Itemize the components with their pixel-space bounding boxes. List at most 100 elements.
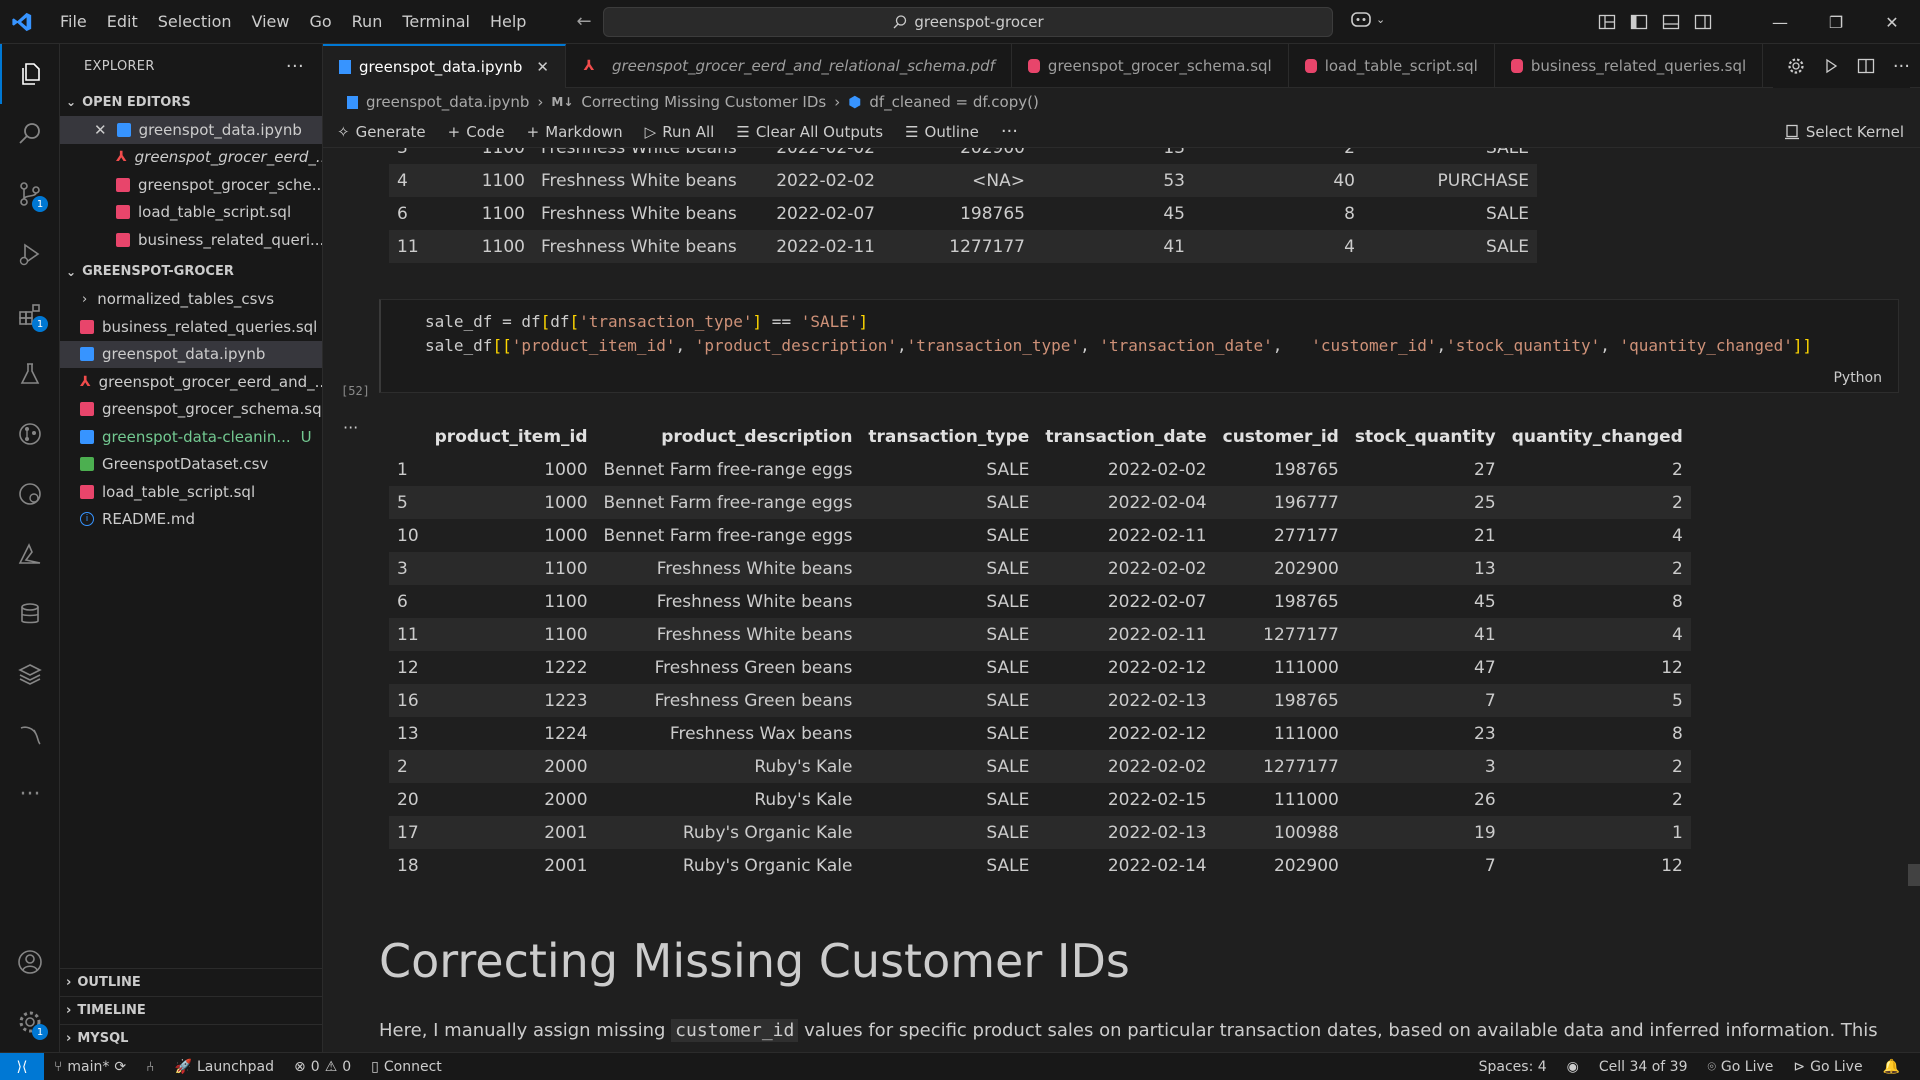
cell-language-label[interactable]: Python bbox=[1833, 370, 1882, 386]
gear-icon[interactable] bbox=[1787, 57, 1805, 75]
branch-status[interactable]: ⑂ main* ⟳ bbox=[44, 1059, 136, 1075]
tab-schema-sql[interactable]: greenspot_grocer_schema.sql bbox=[1012, 44, 1289, 88]
output-more-icon[interactable]: ··· bbox=[343, 418, 358, 437]
table-row: 16 1223 Freshness Green beans SALE 2022-02-1… bbox=[389, 684, 1691, 717]
clear-outputs-button[interactable]: ☰ Clear All Outputs bbox=[736, 123, 883, 141]
testing-flask-icon[interactable] bbox=[0, 344, 60, 404]
open-editor-item[interactable]: ⅄ greenspot_grocer_eerd_... bbox=[60, 144, 322, 172]
remote-indicator-icon[interactable]: ⟩⟨ bbox=[0, 1052, 44, 1080]
file-item[interactable]: i README.md bbox=[60, 506, 322, 534]
database-icon[interactable] bbox=[0, 584, 60, 644]
file-item[interactable]: greenspot-data-cleanin... U bbox=[60, 423, 322, 451]
table-cell: 1277177 bbox=[1214, 750, 1347, 783]
copilot-menu[interactable]: ⌄ bbox=[1350, 10, 1385, 28]
file-item[interactable]: business_related_queries.sql bbox=[60, 313, 322, 341]
close-icon[interactable]: ✕ bbox=[94, 121, 107, 139]
code-cell[interactable]: sale_df = df[df['transaction_type'] == '… bbox=[379, 299, 1899, 393]
file-item[interactable]: greenspot_grocer_schema.sql bbox=[60, 396, 322, 424]
accounts-icon[interactable] bbox=[0, 932, 60, 992]
folder-item[interactable]: › normalized_tables_csvs bbox=[60, 286, 322, 314]
breadcrumb-section[interactable]: Correcting Missing Customer IDs bbox=[581, 93, 826, 111]
search-icon[interactable] bbox=[0, 104, 60, 164]
add-code-button[interactable]: + Code bbox=[448, 123, 505, 141]
menu-item-edit[interactable]: Edit bbox=[97, 0, 148, 44]
connect-status[interactable]: ▯ Connect bbox=[361, 1059, 452, 1075]
table-cell: SALE bbox=[860, 750, 1038, 783]
file-item[interactable]: greenspot_data.ipynb bbox=[60, 340, 322, 368]
back-arrow-icon[interactable]: ← bbox=[576, 11, 591, 32]
toggle-primary-sidebar-icon[interactable] bbox=[1630, 13, 1648, 31]
cell-position-status[interactable]: Cell 34 of 39 bbox=[1589, 1059, 1698, 1075]
layers-icon[interactable] bbox=[0, 644, 60, 704]
tab-eerd-pdf[interactable]: ⅄ greenspot_grocer_eerd_and_relational_s… bbox=[566, 44, 1012, 88]
open-editor-item[interactable]: business_related_queri... bbox=[60, 226, 322, 254]
menu-item-file[interactable]: File bbox=[50, 0, 97, 44]
folder-section[interactable]: ⌄ GREENSPOT-GROCER bbox=[60, 258, 322, 286]
azure-icon[interactable] bbox=[0, 524, 60, 584]
spaces-status[interactable]: Spaces: 4 bbox=[1469, 1059, 1557, 1075]
select-kernel-button[interactable]: Select Kernel bbox=[1784, 116, 1904, 148]
add-markdown-button[interactable]: + Markdown bbox=[527, 123, 623, 141]
menu-item-go[interactable]: Go bbox=[299, 0, 341, 44]
go-live-status[interactable]: ⌾ Go Live bbox=[1698, 1059, 1784, 1075]
more-actions-icon[interactable]: ··· bbox=[1893, 56, 1910, 77]
toggle-panel-icon[interactable] bbox=[1662, 13, 1680, 31]
status-bar: ⟩⟨ ⑂ main* ⟳ ⑃ 🚀 Launchpad ⊗ 0 ⚠ 0 ▯ Connect Sp… bbox=[0, 1052, 1920, 1080]
restore-button[interactable]: ❐ bbox=[1808, 0, 1864, 44]
mysql-dolphin-icon[interactable] bbox=[0, 704, 60, 764]
outline-section[interactable]: › OUTLINE bbox=[60, 968, 323, 996]
file-item[interactable]: load_table_script.sql bbox=[60, 478, 322, 506]
open-editor-item[interactable]: greenspot_grocer_sche... bbox=[60, 171, 322, 199]
mysql-section[interactable]: › MYSQL bbox=[60, 1024, 323, 1052]
explorer-icon[interactable] bbox=[0, 44, 60, 104]
open-editor-item[interactable]: ✕ greenspot_data.ipynb bbox=[60, 116, 322, 144]
close-icon[interactable]: ✕ bbox=[536, 58, 549, 76]
run-all-button[interactable]: ▷ Run All bbox=[645, 123, 715, 141]
source-control-icon[interactable]: 1 bbox=[0, 164, 60, 224]
menu-item-run[interactable]: Run bbox=[342, 0, 393, 44]
timeline-section[interactable]: › TIMELINE bbox=[60, 996, 323, 1024]
toggle-secondary-sidebar-icon[interactable] bbox=[1694, 13, 1712, 31]
manage-gear-icon[interactable]: 1 bbox=[0, 992, 60, 1052]
minimize-button[interactable]: — bbox=[1752, 0, 1808, 44]
command-center-search[interactable]: greenspot-grocer bbox=[603, 7, 1333, 37]
menu-item-terminal[interactable]: Terminal bbox=[392, 0, 480, 44]
menu-item-help[interactable]: Help bbox=[480, 0, 536, 44]
outline-button[interactable]: ☰ Outline bbox=[905, 123, 979, 141]
file-item[interactable]: GreenspotDataset.csv bbox=[60, 451, 322, 479]
more-actions-icon[interactable]: ··· bbox=[286, 56, 304, 77]
more-views-icon[interactable]: ··· bbox=[0, 764, 60, 824]
extensions-icon[interactable]: 1 bbox=[0, 284, 60, 344]
breadcrumb-file[interactable]: greenspot_data.ipynb bbox=[366, 93, 529, 111]
run-debug-icon[interactable] bbox=[0, 224, 60, 284]
tab-load-table-sql[interactable]: load_table_script.sql bbox=[1289, 44, 1495, 88]
table-cell: 198765 bbox=[1214, 684, 1347, 717]
table-cell: 11 bbox=[389, 618, 427, 651]
extensions-badge: 1 bbox=[32, 316, 48, 332]
problems-status[interactable]: ⊗ 0 ⚠ 0 bbox=[284, 1059, 361, 1075]
breadcrumb-symbol[interactable]: df_cleaned = df.copy() bbox=[869, 93, 1039, 111]
remote-explorer-icon[interactable] bbox=[0, 464, 60, 524]
customize-layout-icon[interactable] bbox=[1598, 13, 1616, 31]
column-header bbox=[389, 420, 427, 453]
tab-business-queries-sql[interactable]: business_related_queries.sql bbox=[1495, 44, 1764, 88]
git-graph-icon[interactable] bbox=[0, 404, 60, 464]
more-actions-icon[interactable]: ··· bbox=[1001, 121, 1018, 142]
file-item[interactable]: ⅄ greenspot_grocer_eerd_and_... bbox=[60, 368, 322, 396]
sql-file-icon bbox=[116, 177, 130, 192]
copilot-status-icon[interactable]: ◉ bbox=[1557, 1059, 1589, 1075]
menu-item-view[interactable]: View bbox=[242, 0, 300, 44]
menu-item-selection[interactable]: Selection bbox=[148, 0, 242, 44]
tab-greenspot-data[interactable]: greenspot_data.ipynb ✕ bbox=[323, 44, 566, 88]
launchpad-status[interactable]: 🚀 Launchpad bbox=[165, 1059, 285, 1075]
split-editor-icon[interactable] bbox=[1857, 57, 1875, 75]
scrollbar-thumb[interactable] bbox=[1908, 864, 1920, 886]
close-window-button[interactable]: ✕ bbox=[1864, 0, 1920, 44]
generate-button[interactable]: ✧ Generate bbox=[337, 123, 426, 141]
open-editors-section[interactable]: ⌄ OPEN EDITORS bbox=[60, 88, 322, 116]
git-graph-status[interactable]: ⑃ bbox=[136, 1059, 164, 1075]
notifications-bell-icon[interactable]: 🔔 bbox=[1873, 1059, 1910, 1075]
run-icon[interactable] bbox=[1823, 58, 1839, 74]
open-editor-item[interactable]: load_table_script.sql bbox=[60, 199, 322, 227]
go-live-status-2[interactable]: ⊳ Go Live bbox=[1783, 1059, 1872, 1075]
